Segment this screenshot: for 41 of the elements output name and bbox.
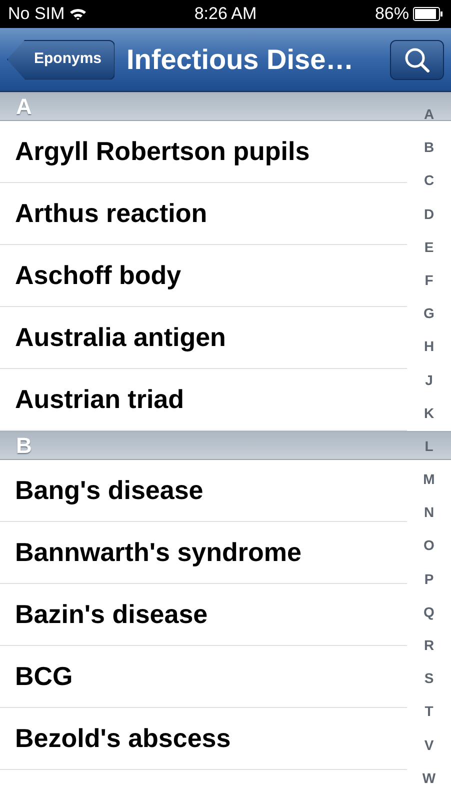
- index-letter[interactable]: C: [424, 170, 434, 204]
- index-letter[interactable]: N: [424, 502, 434, 536]
- index-letter[interactable]: H: [424, 336, 434, 370]
- index-letter[interactable]: J: [425, 370, 433, 403]
- list-row[interactable]: Aschoff body: [0, 245, 407, 307]
- index-letter[interactable]: B: [424, 137, 434, 170]
- wifi-icon: [68, 7, 87, 21]
- index-letter[interactable]: T: [424, 701, 434, 735]
- list-row[interactable]: Arthus reaction: [0, 183, 407, 245]
- index-letter[interactable]: V: [424, 734, 434, 768]
- index-letter[interactable]: D: [424, 204, 434, 237]
- list-row[interactable]: BCG: [0, 646, 407, 708]
- index-letter[interactable]: P: [424, 568, 434, 602]
- index-letter[interactable]: M: [423, 469, 435, 502]
- index-letter[interactable]: R: [424, 635, 434, 668]
- index-letter[interactable]: O: [424, 535, 434, 569]
- index-letter[interactable]: W: [422, 768, 436, 800]
- battery-label: 86%: [374, 3, 409, 26]
- index-letter[interactable]: K: [424, 402, 434, 436]
- list-row[interactable]: Argyll Robertson pupils: [0, 121, 407, 183]
- index-letter[interactable]: Q: [424, 602, 434, 635]
- back-button[interactable]: Eponyms: [7, 40, 115, 80]
- clock-label: 8:26 AM: [193, 3, 258, 26]
- search-button[interactable]: [390, 40, 444, 80]
- list-row[interactable]: Bang's disease: [0, 460, 407, 522]
- section-letter: B: [16, 432, 32, 460]
- index-letter[interactable]: S: [424, 668, 434, 702]
- index-letter[interactable]: F: [424, 270, 434, 304]
- screen-title: Infectious Dise…: [126, 42, 355, 76]
- battery-icon: [413, 7, 443, 21]
- list-row[interactable]: Bezold's abscess: [0, 708, 407, 770]
- search-icon: [404, 46, 430, 72]
- index-letter[interactable]: E: [424, 236, 434, 270]
- section-letter: A: [16, 93, 32, 121]
- index-letter[interactable]: A: [424, 104, 434, 138]
- index-letter[interactable]: G: [424, 303, 434, 336]
- list-row[interactable]: Bazin's disease: [0, 584, 407, 646]
- list-row[interactable]: Australia antigen: [0, 307, 407, 369]
- carrier-label: No SIM: [8, 3, 65, 26]
- index-letter[interactable]: L: [424, 436, 434, 470]
- list-row[interactable]: Bannwarth's syndrome: [0, 522, 407, 584]
